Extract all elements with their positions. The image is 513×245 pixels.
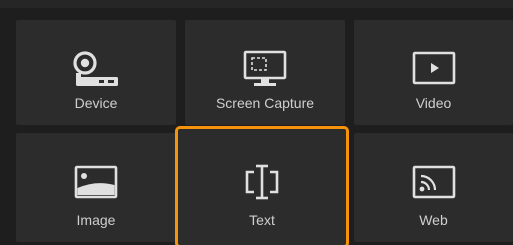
tile-web[interactable]: Web [354, 133, 513, 242]
text-cursor-icon [234, 163, 290, 201]
tile-device[interactable]: Device [16, 20, 176, 125]
webcam-device-icon [68, 50, 124, 88]
source-picker-panel: Device Screen Capture Video Image Text W… [0, 8, 513, 245]
tile-text-label: Text [249, 212, 275, 228]
tile-screen-capture[interactable]: Screen Capture [185, 20, 345, 125]
web-cast-icon [406, 163, 462, 201]
tile-text[interactable]: Text [175, 126, 349, 245]
tile-video[interactable]: Video [354, 20, 513, 125]
image-icon [68, 163, 124, 201]
tile-device-label: Device [74, 95, 118, 111]
tile-image-label: Image [76, 212, 116, 228]
tile-screen-capture-label: Screen Capture [215, 95, 315, 111]
tile-video-label: Video [415, 95, 452, 111]
tile-image[interactable]: Image [16, 133, 176, 242]
monitor-capture-icon [237, 50, 293, 88]
video-play-icon [406, 50, 462, 88]
tile-web-label: Web [419, 212, 448, 228]
top-strip [0, 0, 513, 8]
